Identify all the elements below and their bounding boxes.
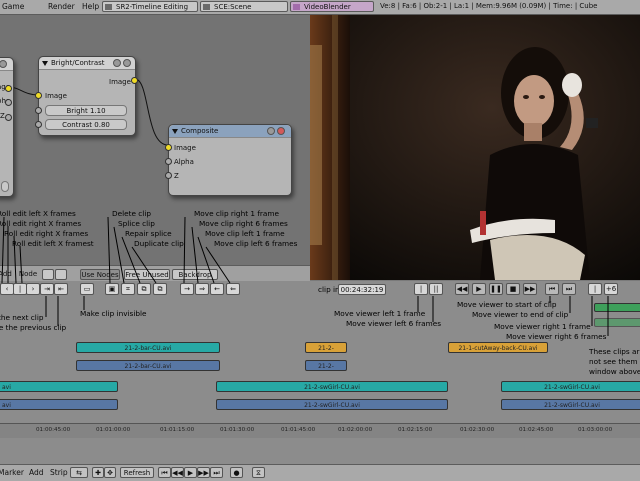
annotation: Delete clip bbox=[112, 209, 151, 218]
annotation: Move viewer left 1 frame bbox=[334, 309, 426, 318]
annotation: Roll edit left X framest bbox=[12, 239, 94, 248]
menu-strip[interactable]: Strip bbox=[50, 468, 68, 477]
annotation: Move clip left 1 frame bbox=[205, 229, 285, 238]
annotation: Move clip left 6 frames bbox=[214, 239, 298, 248]
annotation: Splice clip bbox=[118, 219, 155, 228]
annotation: not see them i bbox=[589, 357, 640, 366]
annotation: Move clip right 6 frames bbox=[199, 219, 288, 228]
pan-icon[interactable]: ✥ bbox=[104, 467, 116, 478]
annotation: These clips ar bbox=[589, 347, 640, 356]
fast-forward-icon[interactable]: ▶▶ bbox=[197, 467, 210, 478]
audio-sync-icon[interactable]: ⧖ bbox=[252, 467, 265, 478]
play-icon[interactable]: ▶ bbox=[184, 467, 197, 478]
menu-add[interactable]: Add bbox=[29, 468, 44, 477]
annotation-lines bbox=[1, 216, 609, 336]
record-icon[interactable]: ● bbox=[230, 467, 243, 478]
annotation: Move viewer to start of clip bbox=[457, 300, 557, 309]
annotation: Roll edit right X frames bbox=[0, 219, 82, 228]
view-type-dropdown[interactable]: ⇆ bbox=[70, 467, 88, 478]
annotation: Duplicate clip bbox=[134, 239, 184, 248]
jump-end-icon[interactable]: ⏭ bbox=[210, 467, 223, 478]
zoom-icon[interactable]: ✚ bbox=[92, 467, 104, 478]
sequencer-header: Marker Add Strip ⇆ ✚ ✥ Refresh ⏮ ◀◀ ▶ ▶▶… bbox=[0, 464, 640, 481]
annotation: Roll edit right X frames bbox=[4, 229, 89, 238]
refresh-button[interactable]: Refresh bbox=[120, 467, 154, 478]
annotation: Move viewer left 6 frames bbox=[346, 319, 442, 328]
annotation: Move viewer right 1 frame bbox=[494, 322, 591, 331]
annotation: Repair splice bbox=[125, 229, 172, 238]
annotation: Make clip invisible bbox=[80, 309, 147, 318]
annotation: Move viewer to end of clip bbox=[472, 310, 569, 319]
annotation: Roll edit left X frames bbox=[0, 209, 76, 218]
annotation: the next clip bbox=[0, 313, 44, 322]
annotation: window above bbox=[589, 367, 640, 376]
rewind-icon[interactable]: ◀◀ bbox=[171, 467, 184, 478]
annotation: re the previous clip bbox=[0, 323, 67, 332]
annotation: Move clip right 1 frame bbox=[194, 209, 279, 218]
menu-marker[interactable]: Marker bbox=[0, 468, 24, 477]
jump-start-icon[interactable]: ⏮ bbox=[158, 467, 171, 478]
annotation: Move viewer right 6 frames bbox=[506, 332, 607, 341]
